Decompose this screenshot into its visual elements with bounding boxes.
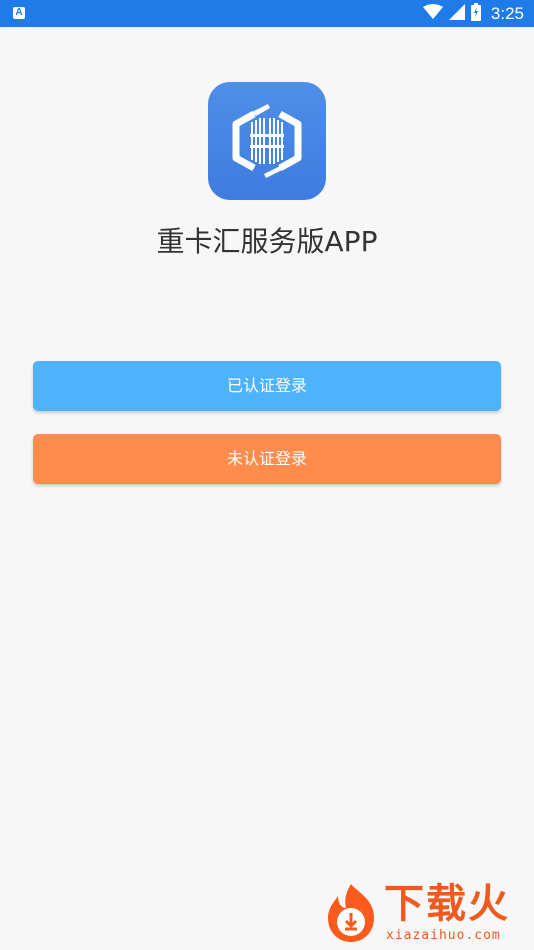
status-bar: A 3:25 bbox=[0, 0, 534, 27]
watermark: 下载火 xiazaihuo.com bbox=[314, 878, 534, 950]
flame-download-icon bbox=[320, 882, 382, 944]
a-notification-icon: A bbox=[13, 7, 25, 19]
status-bar-right: 3:25 bbox=[422, 0, 524, 27]
status-time: 3:25 bbox=[490, 4, 524, 23]
app-logo-icon bbox=[208, 82, 326, 200]
cellular-signal-icon bbox=[448, 3, 465, 24]
battery-icon bbox=[470, 2, 481, 25]
watermark-brand: 下载火 bbox=[384, 881, 510, 927]
uncertified-login-button[interactable]: 未认证登录 bbox=[33, 434, 501, 484]
watermark-url: xiazaihuo.com bbox=[386, 928, 501, 943]
certified-login-button[interactable]: 已认证登录 bbox=[33, 361, 501, 411]
app-title: 重卡汇服务版APP bbox=[156, 225, 378, 258]
wifi-icon bbox=[422, 3, 443, 24]
